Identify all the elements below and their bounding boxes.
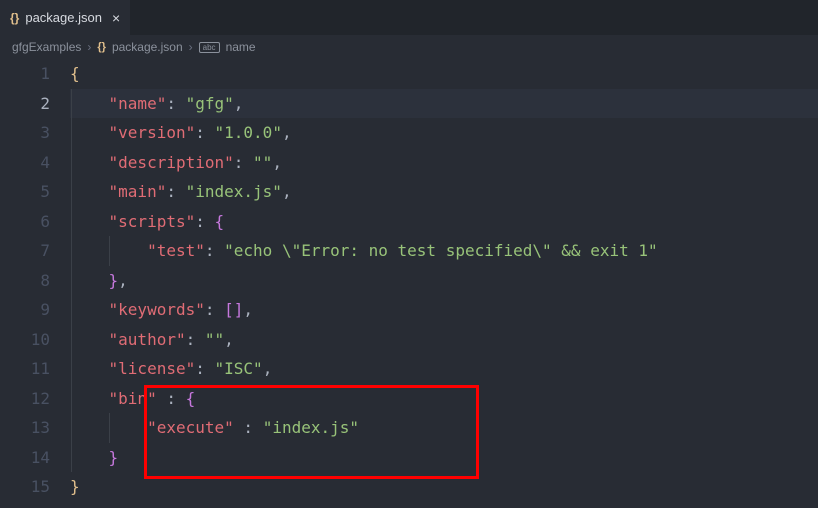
line-number: 7	[0, 236, 50, 266]
code-line: "author": "",	[70, 325, 818, 355]
editor-tab[interactable]: {} package.json ×	[0, 0, 130, 35]
code-line: "version": "1.0.0",	[70, 118, 818, 148]
line-number: 5	[0, 177, 50, 207]
code-line: }	[70, 443, 818, 473]
code-line: "scripts": {	[70, 207, 818, 237]
code-line: "keywords": [],	[70, 295, 818, 325]
line-number-gutter: 1 2 3 4 5 6 7 8 9 10 11 12 13 14 15	[0, 59, 70, 508]
string-icon: abc	[199, 42, 220, 53]
breadcrumb-file[interactable]: package.json	[112, 40, 183, 54]
breadcrumb[interactable]: gfgExamples › {} package.json › abc name	[0, 35, 818, 59]
breadcrumb-symbol[interactable]: name	[226, 40, 256, 54]
code-line: "bin" : {	[70, 384, 818, 414]
code-line: "license": "ISC",	[70, 354, 818, 384]
editor[interactable]: 1 2 3 4 5 6 7 8 9 10 11 12 13 14 15 { "n…	[0, 59, 818, 508]
line-number: 4	[0, 148, 50, 178]
line-number: 2	[0, 89, 50, 119]
line-number: 8	[0, 266, 50, 296]
line-number: 15	[0, 472, 50, 502]
chevron-right-icon: ›	[189, 40, 193, 54]
line-number: 14	[0, 443, 50, 473]
code-line: "execute" : "index.js"	[70, 413, 818, 443]
line-number: 6	[0, 207, 50, 237]
json-icon: {}	[97, 41, 106, 53]
line-number: 9	[0, 295, 50, 325]
chevron-right-icon: ›	[87, 40, 91, 54]
breadcrumb-folder[interactable]: gfgExamples	[12, 40, 81, 54]
code-line: "main": "index.js",	[70, 177, 818, 207]
line-number: 3	[0, 118, 50, 148]
code-area[interactable]: { "name": "gfg", "version": "1.0.0", "de…	[70, 59, 818, 508]
code-line: }	[70, 472, 818, 502]
tab-filename: package.json	[25, 10, 102, 25]
close-icon[interactable]: ×	[112, 10, 120, 26]
json-icon: {}	[10, 11, 19, 25]
tab-bar: {} package.json ×	[0, 0, 818, 35]
line-number: 11	[0, 354, 50, 384]
line-number: 13	[0, 413, 50, 443]
code-line: "description": "",	[70, 148, 818, 178]
code-line: },	[70, 266, 818, 296]
code-line: "test": "echo \"Error: no test specified…	[70, 236, 818, 266]
code-line: "name": "gfg",	[70, 89, 818, 119]
code-line: {	[70, 59, 818, 89]
line-number: 12	[0, 384, 50, 414]
line-number: 1	[0, 59, 50, 89]
line-number: 10	[0, 325, 50, 355]
